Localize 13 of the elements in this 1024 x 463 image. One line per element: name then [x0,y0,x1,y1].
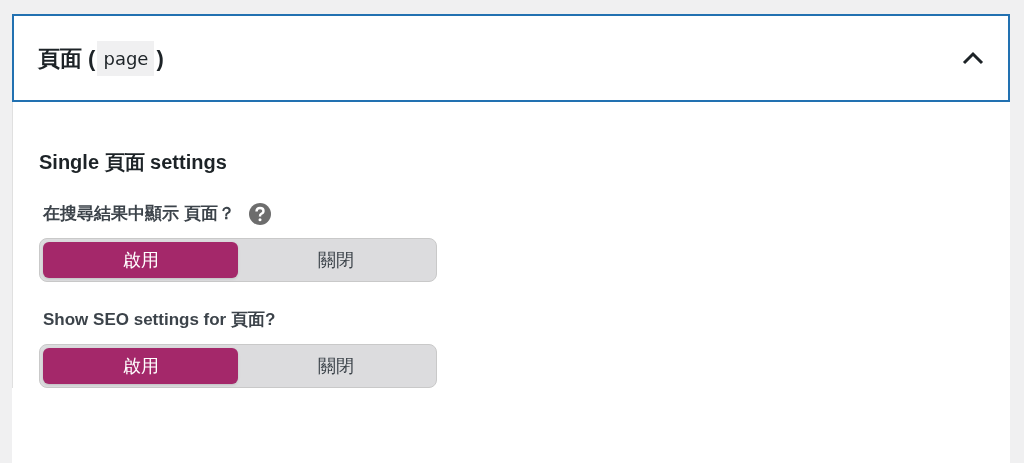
setting-label: Show SEO settings for 頁面? [43,309,276,332]
help-icon[interactable] [248,203,271,225]
panel-title: 頁面 ( [38,44,96,73]
toggle-option[interactable]: 啟用 [43,348,238,384]
chevron-up-icon[interactable] [962,51,984,65]
panel-header[interactable]: 頁面 ( page ) [12,14,1010,102]
toggle-option[interactable]: 關閉 [238,242,433,278]
code-label: page [97,40,155,76]
section-heading: Single 頁面 settings [39,152,228,172]
setting-label: 在搜尋結果中顯示 頁面？ [43,203,235,226]
toggle-option[interactable]: 關閉 [238,348,433,384]
toggle-option[interactable]: 啟用 [43,242,238,278]
panel-title-end: ) [156,44,164,73]
